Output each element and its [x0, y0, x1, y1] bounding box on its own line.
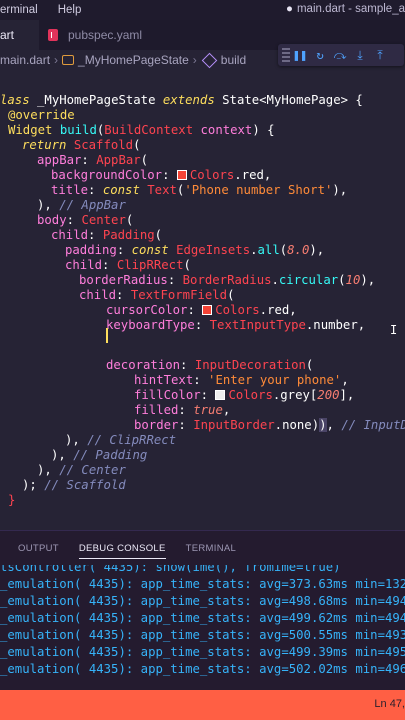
breadcrumb: main.dart › _MyHomePageState › build: [0, 50, 405, 70]
method-icon: [201, 52, 218, 68]
code-line-9: body: Center(: [37, 213, 134, 227]
code-line-18: decoration: InputDecoration(: [106, 358, 314, 372]
breadcrumb-method[interactable]: build: [221, 53, 246, 67]
code-line-13: borderRadius: BorderRadius.circular(10),: [79, 273, 376, 287]
tab-debug-console[interactable]: DEBUG CONSOLE: [78, 531, 166, 565]
tab-terminal[interactable]: TERMINAL: [186, 531, 236, 565]
code-line-12: child: ClipRRect(: [65, 258, 191, 272]
code-line-22: border: InputBorder.none)), // InputDec: [134, 418, 405, 432]
log-line: tsController( 4435): show(ime(), fromime…: [0, 565, 341, 574]
color-swatch-red-icon[interactable]: [202, 305, 213, 315]
class-icon: [62, 55, 75, 65]
code-line-21: filled: true,: [134, 403, 231, 417]
code-editor[interactable]: lass _MyHomePageState extends State<MyHo…: [0, 70, 405, 530]
code-line-5: appBar: AppBar(: [37, 153, 149, 167]
menu-item-terminal[interactable]: erminal: [0, 4, 44, 16]
code-line-3: Widget build(BuildContext context) {: [8, 123, 275, 137]
code-line-26: ); // Scaffold: [22, 478, 126, 492]
debug-console-output[interactable]: tsController( 4435): show(ime(), fromime…: [0, 565, 405, 691]
color-swatch-red-icon[interactable]: [176, 170, 187, 180]
breadcrumb-file[interactable]: main.dart: [0, 53, 50, 67]
window-title: ● main.dart - sample_a: [286, 3, 405, 15]
code-line-19: hintText: 'Enter your phone',: [134, 373, 349, 387]
menu-item-help[interactable]: Help: [58, 4, 88, 16]
code-line-14: child: TextFormField(: [79, 288, 235, 302]
status-bar: Ln 47,: [0, 690, 405, 720]
code-line-11: padding: const EdgeInsets.all(8.0),: [65, 243, 325, 257]
bottom-panel: OUTPUT DEBUG CONSOLE TERMINAL tsControll…: [0, 530, 405, 690]
code-line-1: lass _MyHomePageState extends State<MyHo…: [0, 93, 363, 107]
code-line-24: ), // Padding: [51, 448, 148, 462]
editor-tab-bar: art pubspec.yaml ❚❚ ↻ ⤼ ⤓ ⤒: [0, 20, 405, 66]
log-line: _emulation( 4435): app_time_stats: avg=4…: [0, 645, 405, 659]
log-line: _emulation( 4435): app_time_stats: avg=4…: [0, 594, 405, 608]
tab-main-dart[interactable]: art: [0, 20, 39, 50]
yaml-file-icon: [48, 29, 58, 41]
code-line-15: cursorColor: Colors.red,: [106, 303, 297, 317]
tab-pubspec-yaml[interactable]: pubspec.yaml: [40, 20, 150, 50]
log-line: _emulation( 4435): app_time_stats: avg=3…: [0, 577, 405, 591]
chevron-right-icon: ›: [54, 53, 59, 67]
chevron-right-icon: ›: [192, 53, 197, 67]
code-line-16: keyboardType: TextInputType.number,: [106, 318, 366, 332]
code-line-10: child: Padding(: [51, 228, 163, 242]
color-swatch-grey-icon[interactable]: [215, 390, 226, 400]
code-line-2: @override: [8, 108, 75, 122]
text-cursor: [106, 328, 108, 343]
code-line-6: backgroundColor: Colors.red,: [51, 168, 272, 182]
panel-tabs: OUTPUT DEBUG CONSOLE TERMINAL: [0, 531, 405, 565]
code-line-8: ), // AppBar: [37, 198, 126, 212]
code-line-25: ), // Center: [37, 463, 126, 477]
mouse-ibeam-icon: I: [390, 323, 398, 337]
cursor-position[interactable]: Ln 47,: [374, 698, 405, 710]
breadcrumb-class[interactable]: _MyHomePageState: [78, 53, 189, 67]
code-line-27: }: [8, 493, 16, 507]
menu-bar: erminal Help ● main.dart - sample_a: [0, 0, 405, 20]
log-line: _emulation( 4435): app_time_stats: avg=5…: [0, 662, 405, 676]
code-line-7: title: const Text('Phone number Short'),: [51, 183, 348, 197]
unsaved-dot-icon: ●: [286, 3, 293, 15]
log-line: _emulation( 4435): app_time_stats: avg=5…: [0, 628, 405, 642]
code-line-20: fillColor: Colors.grey[200],: [134, 388, 355, 402]
log-line: _emulation( 4435): app_time_stats: avg=4…: [0, 611, 405, 625]
code-line-4: return Scaffold(: [22, 138, 141, 152]
tab-output[interactable]: OUTPUT: [18, 531, 59, 565]
code-line-23: ), // ClipRRect: [65, 433, 177, 447]
